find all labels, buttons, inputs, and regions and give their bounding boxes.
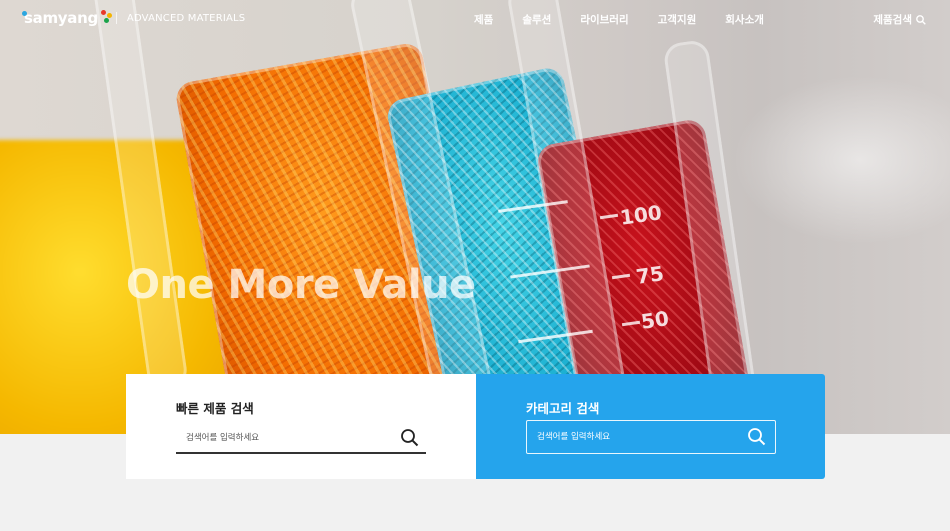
- hero-slogan: One More Value: [126, 262, 476, 308]
- scale-mark-75: 75: [634, 261, 666, 289]
- search-icon[interactable]: [747, 427, 767, 447]
- logo-text: samyang: [24, 9, 98, 27]
- logo-wordmark: samyang: [22, 9, 112, 27]
- category-search-title: 카테고리 검색: [526, 401, 600, 416]
- nav-item-solutions[interactable]: 솔루션: [522, 12, 551, 27]
- logo-subtitle: ADVANCED MATERIALS: [126, 12, 246, 24]
- category-search-panel: 카테고리 검색: [476, 374, 825, 479]
- category-search-field: [526, 420, 776, 454]
- quick-search-input[interactable]: [176, 424, 386, 452]
- scale-mark-50: 50: [639, 306, 671, 334]
- logo-dot-icon: [22, 11, 27, 16]
- quick-search-field: [176, 424, 426, 454]
- logo-dot-icon: [103, 18, 109, 23]
- product-search-label: 제품검색: [873, 14, 912, 26]
- samyang-logo[interactable]: samyang ADVANCED MATERIALS: [22, 9, 246, 27]
- nav-item-library[interactable]: 라이브러리: [580, 12, 628, 27]
- quick-search-panel: 빠른 제품 검색: [126, 374, 476, 479]
- hero-banner: 100 75 50 One More Value: [0, 0, 950, 434]
- nav-item-support[interactable]: 고객지원: [658, 12, 697, 27]
- site-header: samyang ADVANCED MATERIALS 제품 솔루션 라이브러리 …: [0, 0, 950, 38]
- nav-item-products[interactable]: 제품: [474, 12, 493, 27]
- quick-search-title: 빠른 제품 검색: [176, 401, 254, 416]
- logo-dot-icon: [100, 10, 106, 15]
- search-icon[interactable]: [400, 428, 420, 448]
- main-nav: 제품 솔루션 라이브러리 고객지원 회사소개: [474, 12, 764, 27]
- search-icon: [916, 14, 926, 25]
- logo-divider: [115, 12, 117, 24]
- product-search-link[interactable]: 제품검색: [873, 12, 926, 27]
- category-search-input[interactable]: [527, 421, 737, 453]
- logo-dot-icon: [106, 13, 112, 18]
- nav-item-company[interactable]: 회사소개: [725, 12, 764, 27]
